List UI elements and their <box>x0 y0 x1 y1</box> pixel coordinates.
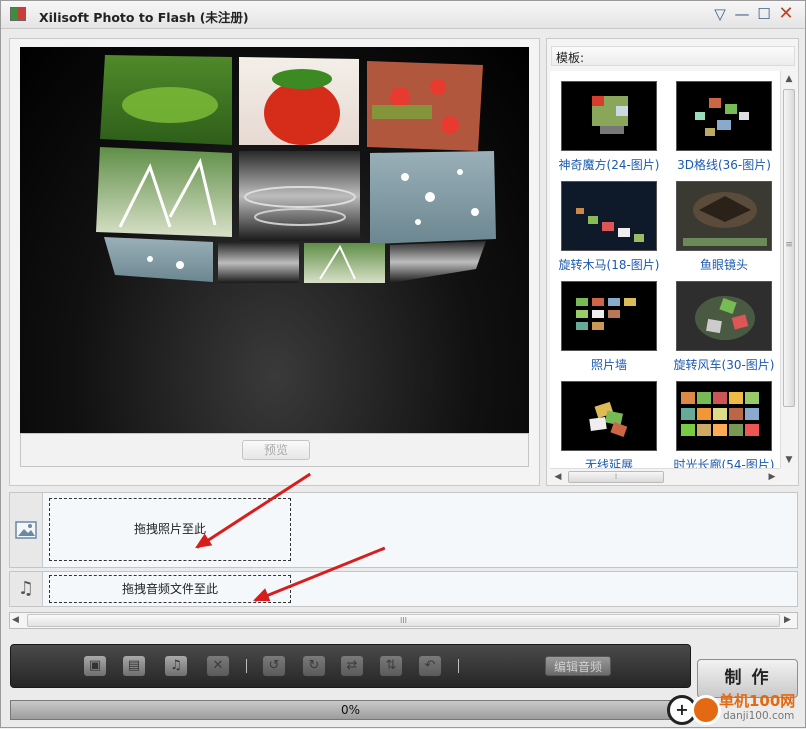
add-image-icon[interactable]: ▣ <box>84 656 106 676</box>
template-list[interactable]: 神奇魔方(24-图片) 3D格线(36-图片) 旋转木马(18-图片) 鱼眼镜头 <box>550 71 780 468</box>
window-title: Xilisoft Photo to Flash (未注册) <box>39 10 249 25</box>
template-item-windmill[interactable]: 旋转风车(30-图片) <box>668 281 780 373</box>
template-item-fisheye[interactable]: 鱼眼镜头 <box>668 181 780 273</box>
watermark-url: danji100.com <box>723 710 795 722</box>
template-thumbnail <box>676 81 772 151</box>
template-item-infinite-extend[interactable]: 无线延展 <box>553 381 665 468</box>
progress-bar: 0% <box>10 700 691 720</box>
scroll-right-icon[interactable]: ▶ <box>764 469 780 485</box>
move-updown-icon[interactable]: ⇅ <box>380 656 402 676</box>
template-thumbnail <box>676 181 772 251</box>
toolbar-divider <box>458 659 459 673</box>
rotate-left-icon[interactable]: ↺ <box>263 656 285 676</box>
delete-icon[interactable]: ✕ <box>207 656 229 676</box>
music-note-icon: ♫ <box>10 572 43 606</box>
template-item-photo-wall[interactable]: 照片墙 <box>553 281 665 373</box>
watermark-dot <box>691 695 721 725</box>
template-vertical-scrollbar[interactable]: ▲ ≡ ▼ <box>780 71 796 468</box>
scroll-down-icon[interactable]: ▼ <box>781 452 797 468</box>
template-item-carousel[interactable]: 旋转木马(18-图片) <box>553 181 665 273</box>
title-bar[interactable]: Xilisoft Photo to Flash (未注册) ▽ — ☐ ✕ <box>1 1 805 29</box>
watermark: + 单机100网 danji100.com <box>661 689 806 729</box>
template-thumbnail <box>676 281 772 351</box>
scrollbar-thumb[interactable]: ⁞ <box>568 471 664 483</box>
add-folder-icon[interactable]: ▤ <box>123 656 145 676</box>
image-icon <box>10 493 43 567</box>
timeline-scrollbar[interactable]: ◀ III ▶ <box>9 612 798 629</box>
template-thumbnail <box>561 181 657 251</box>
template-label: 神奇魔方(24-图片) <box>558 158 660 172</box>
preview-panel: 预览 <box>9 38 540 486</box>
template-thumbnail <box>561 81 657 151</box>
template-item-magic-cube[interactable]: 神奇魔方(24-图片) <box>553 81 665 173</box>
template-label: 3D格线(36-图片) <box>677 158 771 172</box>
scroll-left-icon[interactable]: ◀ <box>550 469 566 485</box>
audio-track[interactable]: ♫ 拖拽音频文件至此 <box>9 571 798 607</box>
template-item-3d-grid[interactable]: 3D格线(36-图片) <box>668 81 780 173</box>
template-item-time-corridor[interactable]: 时光长廊(54-图片) <box>668 381 780 468</box>
template-thumbnail <box>561 381 657 451</box>
cube-preview-image <box>96 55 496 283</box>
app-logo-icon <box>10 7 26 21</box>
template-thumbnail <box>561 281 657 351</box>
template-label: 时光长廊(54-图片) <box>673 458 775 468</box>
watermark-text: 单机100网 <box>719 692 796 710</box>
template-header: 模板: <box>551 46 795 66</box>
template-label: 旋转木马(18-图片) <box>558 258 660 272</box>
scroll-up-icon[interactable]: ▲ <box>781 71 797 87</box>
template-horizontal-scrollbar[interactable]: ◀ ⁞ ▶ <box>550 468 780 484</box>
template-label: 鱼眼镜头 <box>699 258 748 272</box>
minimize-button[interactable]: — <box>732 5 752 23</box>
menu-dropdown-icon[interactable]: ▽ <box>710 5 730 23</box>
maximize-button[interactable]: ☐ <box>754 5 774 23</box>
template-label: 旋转风车(30-图片) <box>673 358 775 372</box>
scrollbar-grip: ⁞ <box>614 472 618 481</box>
edit-audio-button[interactable]: 编辑音频 <box>545 656 611 676</box>
scrollbar-thumb[interactable]: III <box>27 614 780 627</box>
preview-controls-bar: 预览 <box>20 433 529 467</box>
swap-icon[interactable]: ⇄ <box>341 656 363 676</box>
template-thumbnail <box>676 381 772 451</box>
toolbar-divider <box>246 659 247 673</box>
scroll-right-icon[interactable]: ▶ <box>784 613 791 628</box>
scrollbar-grip: ≡ <box>785 240 793 250</box>
rotate-right-icon[interactable]: ↻ <box>303 656 325 676</box>
photo-track[interactable]: 拖拽照片至此 <box>9 492 798 568</box>
template-label: 无线延展 <box>584 458 633 468</box>
template-panel: 模板: 神奇魔方(24-图片) 3D格线(36-图片) 旋转木马(18-图片) <box>546 38 799 486</box>
edit-toolbar: ▣ ▤ ♫ ✕ ↺ ↻ ⇄ ⇅ ↶ 编辑音频 <box>10 644 691 688</box>
scrollbar-thumb[interactable]: ≡ <box>783 89 795 407</box>
flash-preview-stage <box>20 47 529 433</box>
scroll-left-icon[interactable]: ◀ <box>12 613 19 628</box>
undo-icon[interactable]: ↶ <box>419 656 441 676</box>
progress-text: 0% <box>340 703 361 717</box>
close-button[interactable]: ✕ <box>776 5 796 23</box>
app-window: Xilisoft Photo to Flash (未注册) ▽ — ☐ ✕ 预览… <box>0 0 806 728</box>
add-music-icon[interactable]: ♫ <box>165 656 187 676</box>
preview-button[interactable]: 预览 <box>242 440 310 460</box>
template-label: 照片墙 <box>590 358 627 372</box>
